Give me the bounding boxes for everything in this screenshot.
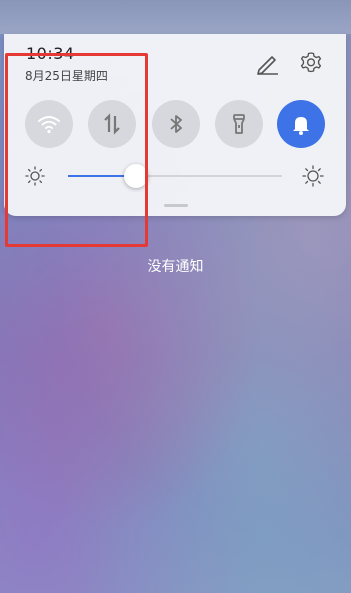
highlight-box xyxy=(5,53,148,247)
flashlight-icon xyxy=(233,114,245,134)
empty-notifications-text: 没有通知 xyxy=(147,259,204,275)
status-bar-background xyxy=(0,0,351,34)
settings-button[interactable] xyxy=(298,50,324,76)
edit-button[interactable] xyxy=(254,50,280,76)
sound-toggle[interactable] xyxy=(277,100,325,148)
brightness-high-icon xyxy=(302,165,324,187)
panel-drag-handle[interactable] xyxy=(164,204,188,207)
bell-icon xyxy=(293,117,309,135)
bluetooth-toggle[interactable] xyxy=(152,100,200,148)
pencil-icon xyxy=(257,56,278,75)
flashlight-toggle[interactable] xyxy=(215,100,263,148)
gear-icon xyxy=(300,52,322,73)
bluetooth-icon xyxy=(170,115,182,133)
